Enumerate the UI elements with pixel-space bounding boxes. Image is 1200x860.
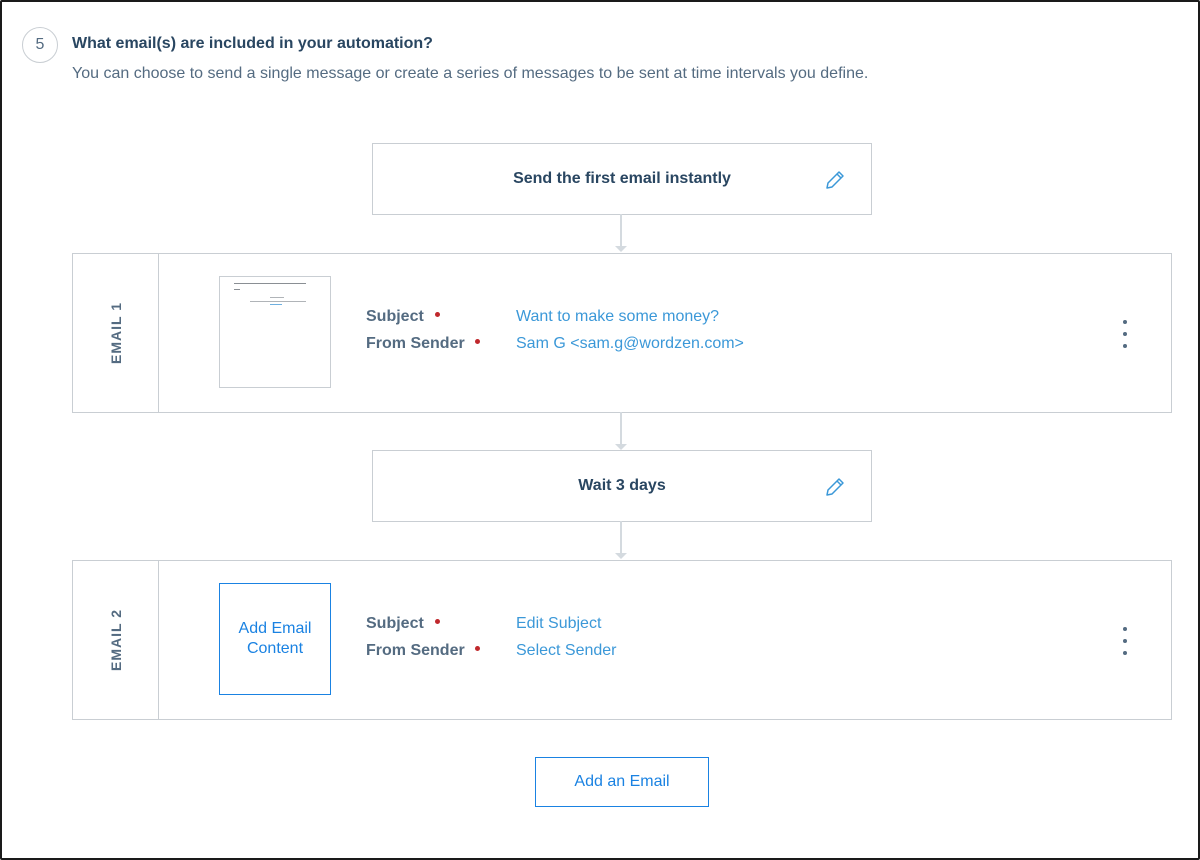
required-indicator xyxy=(475,339,480,344)
pencil-icon[interactable] xyxy=(823,475,847,499)
sender-value-link[interactable]: Select Sender xyxy=(516,642,617,660)
subject-label: Subject xyxy=(366,308,424,325)
add-email-content-button[interactable]: Add Email Content xyxy=(219,583,331,695)
email-tag-label: EMAIL 2 xyxy=(107,609,124,671)
from-sender-label: From Sender xyxy=(366,335,465,352)
kebab-menu-icon[interactable] xyxy=(1119,627,1131,655)
wait-timing-box[interactable]: Wait 3 days xyxy=(372,450,872,522)
add-email-button[interactable]: Add an Email xyxy=(535,757,709,807)
email-preview-thumbnail[interactable] xyxy=(219,276,331,388)
step-subtitle: You can choose to send a single message … xyxy=(72,65,869,82)
send-timing-label: Send the first email instantly xyxy=(513,170,731,187)
subject-value-link[interactable]: Want to make some money? xyxy=(516,308,719,326)
wait-timing-label: Wait 3 days xyxy=(578,477,666,494)
subject-label: Subject xyxy=(366,615,424,632)
automation-step-panel: 5 What email(s) are included in your aut… xyxy=(0,0,1200,860)
required-indicator xyxy=(475,646,480,651)
step-number-badge: 5 xyxy=(22,27,58,63)
pencil-icon[interactable] xyxy=(823,168,847,192)
email-tag: EMAIL 2 xyxy=(73,561,159,719)
flow-connector xyxy=(615,521,627,559)
subject-value-link[interactable]: Edit Subject xyxy=(516,615,601,633)
step-number: 5 xyxy=(35,36,45,53)
send-timing-box[interactable]: Send the first email instantly xyxy=(372,143,872,215)
email-card-2: EMAIL 2 Add Email Content Subject Edit S… xyxy=(72,560,1172,720)
required-indicator xyxy=(435,619,440,624)
kebab-menu-icon[interactable] xyxy=(1119,320,1131,348)
required-indicator xyxy=(435,312,440,317)
email-tag: EMAIL 1 xyxy=(73,254,159,412)
sender-value-link[interactable]: Sam G <sam.g@wordzen.com> xyxy=(516,335,744,353)
from-sender-label: From Sender xyxy=(366,642,465,659)
flow-connector xyxy=(615,412,627,450)
flow-connector xyxy=(615,214,627,252)
email-card-1: EMAIL 1 Subject Want to make some money?… xyxy=(72,253,1172,413)
email-tag-label: EMAIL 1 xyxy=(107,302,124,364)
step-title: What email(s) are included in your autom… xyxy=(72,35,433,52)
